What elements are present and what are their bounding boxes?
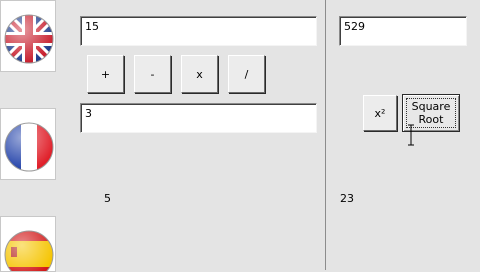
square-input[interactable]: 529 (339, 16, 467, 46)
square-root-label-top: Square (411, 100, 451, 113)
square-button[interactable]: x² (363, 95, 397, 131)
france-flag-button[interactable] (0, 108, 56, 180)
divide-button[interactable]: / (228, 55, 265, 93)
left-result-label: 5 (104, 192, 111, 205)
uk-flag-icon (4, 14, 54, 64)
square-root-label-bottom: Root (418, 113, 444, 126)
right-result-label: 23 (340, 192, 354, 205)
multiply-button[interactable]: x (181, 55, 218, 93)
subtract-button[interactable]: - (134, 55, 171, 93)
spain-flag-button[interactable] (0, 216, 56, 272)
add-button[interactable]: + (87, 55, 124, 93)
second-number-input[interactable]: 3 (80, 103, 317, 133)
first-number-input[interactable]: 15 (80, 16, 317, 46)
spain-flag-icon (4, 230, 54, 271)
panel-divider (325, 0, 326, 270)
uk-flag-button[interactable] (0, 0, 56, 72)
text-cursor-icon (408, 124, 414, 146)
france-flag-icon (4, 122, 54, 172)
